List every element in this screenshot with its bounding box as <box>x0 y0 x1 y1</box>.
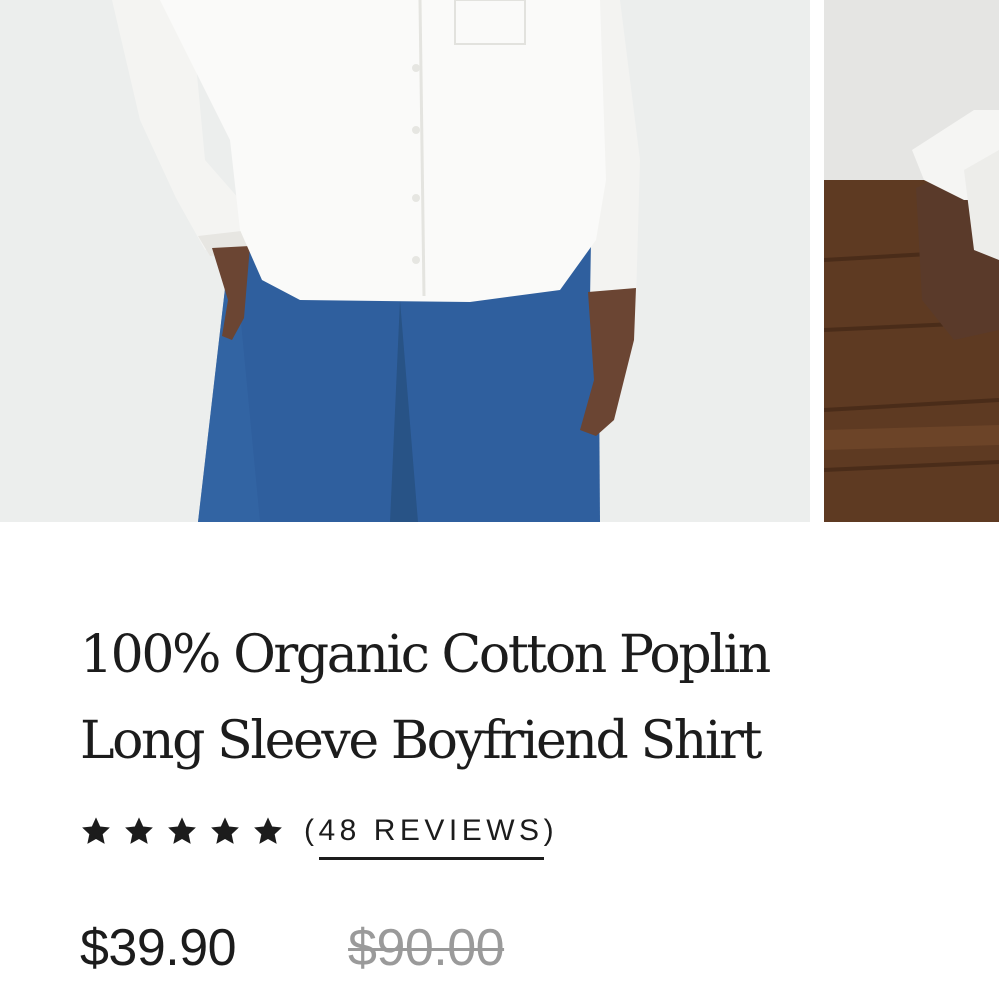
price-row: $39.90 $90.00 <box>80 918 505 978</box>
star-rating <box>80 815 284 847</box>
star-icon <box>168 817 196 844</box>
rating-row: (48 REVIEWS) <box>80 806 559 860</box>
product-image-gallery[interactable] <box>0 0 999 522</box>
reviews-link[interactable]: (48 REVIEWS) <box>304 814 559 860</box>
product-title-line-2: Long Sleeve Boyfriend Shirt <box>80 711 762 771</box>
star-icon <box>211 817 239 844</box>
product-title-line-1: 100% Organic Cotton Poplin <box>80 625 771 685</box>
star-icon <box>82 817 110 844</box>
reviews-open-paren: ( <box>304 814 319 847</box>
product-image-secondary[interactable] <box>824 0 999 522</box>
original-price: $90.00 <box>348 919 505 977</box>
star-icon <box>254 817 282 844</box>
reviews-count-label[interactable]: 48 REVIEWS <box>318 814 544 860</box>
model-photo <box>0 0 810 522</box>
product-title: 100% Organic Cotton Poplin Long Sleeve B… <box>80 612 900 784</box>
sale-price: $39.90 <box>80 919 237 977</box>
star-icon <box>125 817 153 844</box>
cuff-detail-photo <box>824 0 999 522</box>
reviews-close-paren: ) <box>543 814 559 847</box>
product-image-main[interactable] <box>0 0 810 522</box>
